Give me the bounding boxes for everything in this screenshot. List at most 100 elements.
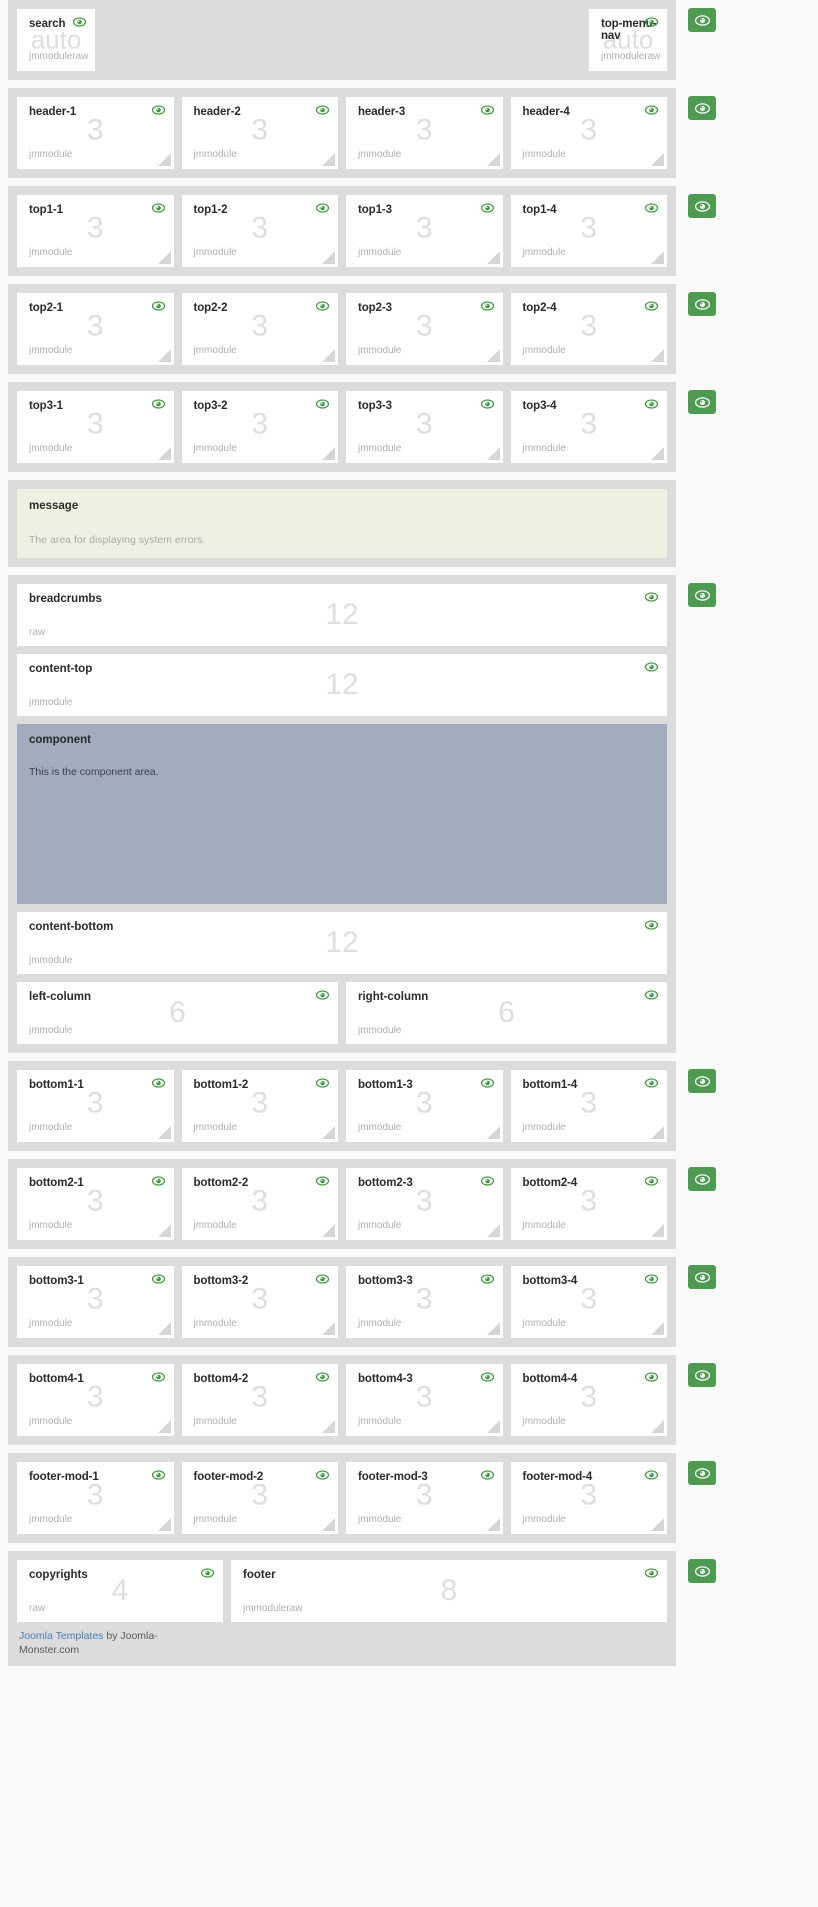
- eye-icon[interactable]: [645, 990, 658, 1000]
- module-top-menu-nav[interactable]: top-menu-nav auto jmmoduleraw: [589, 9, 667, 71]
- module-copyrights[interactable]: copyrights 4 raw: [17, 1560, 223, 1622]
- row-visibility-toggle[interactable]: [688, 583, 716, 607]
- module-right-column[interactable]: right-column 6 jmmodule: [346, 982, 667, 1044]
- eye-icon[interactable]: [645, 301, 658, 311]
- resize-grip-icon[interactable]: [651, 1518, 665, 1532]
- resize-grip-icon[interactable]: [651, 1126, 665, 1140]
- eye-icon[interactable]: [480, 203, 494, 213]
- module-left-column[interactable]: left-column 6 jmmodule: [17, 982, 338, 1044]
- eye-icon[interactable]: [480, 1470, 494, 1480]
- module-footer-mod-2[interactable]: footer-mod-2 3 jmmodule: [181, 1462, 338, 1534]
- resize-grip-icon[interactable]: [651, 153, 665, 167]
- eye-icon[interactable]: [151, 105, 165, 115]
- resize-grip-icon[interactable]: [651, 447, 665, 461]
- eye-icon[interactable]: [645, 592, 658, 602]
- eye-icon[interactable]: [480, 1372, 494, 1382]
- eye-icon[interactable]: [480, 399, 494, 409]
- module-header-1[interactable]: header-1 3 jmmodule: [17, 97, 174, 169]
- eye-icon[interactable]: [151, 1372, 165, 1382]
- resize-grip-icon[interactable]: [487, 349, 501, 363]
- resize-grip-icon[interactable]: [651, 349, 665, 363]
- module-top2-2[interactable]: top2-2 3 jmmodule: [181, 293, 338, 365]
- eye-icon[interactable]: [316, 1078, 329, 1088]
- resize-grip-icon[interactable]: [322, 1322, 336, 1336]
- module-top1-2[interactable]: top1-2 3 jmmodule: [181, 195, 338, 267]
- eye-icon[interactable]: [316, 203, 329, 213]
- resize-grip-icon[interactable]: [322, 1224, 336, 1238]
- module-bottom3-2[interactable]: bottom3-2 3 jmmodule: [181, 1266, 338, 1338]
- module-bottom2-1[interactable]: bottom2-1 3 jmmodule: [17, 1168, 174, 1240]
- module-top2-4[interactable]: top2-4 3 jmmodule: [510, 293, 667, 365]
- module-top1-3[interactable]: top1-3 3 jmmodule: [346, 195, 503, 267]
- row-visibility-toggle[interactable]: [688, 96, 716, 120]
- module-bottom1-2[interactable]: bottom1-2 3 jmmodule: [181, 1070, 338, 1142]
- eye-icon[interactable]: [645, 105, 658, 115]
- module-bottom1-4[interactable]: bottom1-4 3 jmmodule: [510, 1070, 667, 1142]
- eye-icon[interactable]: [480, 1078, 494, 1088]
- module-bottom3-3[interactable]: bottom3-3 3 jmmodule: [346, 1266, 503, 1338]
- row-visibility-toggle[interactable]: [688, 1461, 716, 1485]
- eye-icon[interactable]: [316, 1176, 329, 1186]
- module-content-top[interactable]: content-top 12 jmmodule: [17, 654, 667, 716]
- eye-icon[interactable]: [480, 105, 494, 115]
- eye-icon[interactable]: [151, 1078, 165, 1088]
- module-top3-2[interactable]: top3-2 3 jmmodule: [181, 391, 338, 463]
- resize-grip-icon[interactable]: [158, 1322, 172, 1336]
- resize-grip-icon[interactable]: [487, 153, 501, 167]
- module-bottom2-3[interactable]: bottom2-3 3 jmmodule: [346, 1168, 503, 1240]
- eye-icon[interactable]: [151, 1176, 165, 1186]
- module-bottom4-2[interactable]: bottom4-2 3 jmmodule: [181, 1364, 338, 1436]
- module-top3-1[interactable]: top3-1 3 jmmodule: [17, 391, 174, 463]
- module-message[interactable]: message The area for displaying system e…: [17, 489, 667, 558]
- eye-icon[interactable]: [316, 105, 329, 115]
- resize-grip-icon[interactable]: [322, 1126, 336, 1140]
- eye-icon[interactable]: [645, 1372, 658, 1382]
- eye-icon[interactable]: [316, 1274, 329, 1284]
- module-bottom1-1[interactable]: bottom1-1 3 jmmodule: [17, 1070, 174, 1142]
- module-top3-3[interactable]: top3-3 3 jmmodule: [346, 391, 503, 463]
- eye-icon[interactable]: [645, 203, 658, 213]
- module-top2-1[interactable]: top2-1 3 jmmodule: [17, 293, 174, 365]
- module-header-2[interactable]: header-2 3 jmmodule: [181, 97, 338, 169]
- module-top1-1[interactable]: top1-1 3 jmmodule: [17, 195, 174, 267]
- resize-grip-icon[interactable]: [322, 1518, 336, 1532]
- resize-grip-icon[interactable]: [322, 349, 336, 363]
- eye-icon[interactable]: [645, 920, 658, 930]
- module-component[interactable]: component This is the component area.: [17, 724, 667, 904]
- resize-grip-icon[interactable]: [651, 1420, 665, 1434]
- eye-icon[interactable]: [151, 1470, 165, 1480]
- module-breadcrumbs[interactable]: breadcrumbs 12 raw: [17, 584, 667, 646]
- eye-icon[interactable]: [316, 990, 329, 1000]
- module-search[interactable]: search auto jmmoduleraw: [17, 9, 95, 71]
- joomla-templates-link[interactable]: Joomla Templates: [19, 1630, 103, 1642]
- eye-icon[interactable]: [151, 399, 165, 409]
- row-visibility-toggle[interactable]: [688, 292, 716, 316]
- module-footer-mod-4[interactable]: footer-mod-4 3 jmmodule: [510, 1462, 667, 1534]
- eye-icon[interactable]: [316, 1372, 329, 1382]
- eye-icon[interactable]: [316, 301, 329, 311]
- resize-grip-icon[interactable]: [158, 1126, 172, 1140]
- resize-grip-icon[interactable]: [487, 1322, 501, 1336]
- resize-grip-icon[interactable]: [322, 1420, 336, 1434]
- row-visibility-toggle[interactable]: [688, 1069, 716, 1093]
- resize-grip-icon[interactable]: [158, 349, 172, 363]
- module-bottom3-4[interactable]: bottom3-4 3 jmmodule: [510, 1266, 667, 1338]
- module-top1-4[interactable]: top1-4 3 jmmodule: [510, 195, 667, 267]
- resize-grip-icon[interactable]: [651, 1224, 665, 1238]
- row-visibility-toggle[interactable]: [688, 1363, 716, 1387]
- eye-icon[interactable]: [645, 1568, 658, 1578]
- eye-icon[interactable]: [480, 301, 494, 311]
- eye-icon[interactable]: [151, 301, 165, 311]
- eye-icon[interactable]: [645, 1274, 658, 1284]
- eye-icon[interactable]: [480, 1176, 494, 1186]
- module-footer-mod-3[interactable]: footer-mod-3 3 jmmodule: [346, 1462, 503, 1534]
- module-bottom1-3[interactable]: bottom1-3 3 jmmodule: [346, 1070, 503, 1142]
- module-content-bottom[interactable]: content-bottom 12 jmmodule: [17, 912, 667, 974]
- resize-grip-icon[interactable]: [487, 1126, 501, 1140]
- resize-grip-icon[interactable]: [322, 153, 336, 167]
- resize-grip-icon[interactable]: [487, 1518, 501, 1532]
- resize-grip-icon[interactable]: [487, 251, 501, 265]
- module-bottom4-3[interactable]: bottom4-3 3 jmmodule: [346, 1364, 503, 1436]
- module-bottom4-1[interactable]: bottom4-1 3 jmmodule: [17, 1364, 174, 1436]
- module-header-3[interactable]: header-3 3 jmmodule: [346, 97, 503, 169]
